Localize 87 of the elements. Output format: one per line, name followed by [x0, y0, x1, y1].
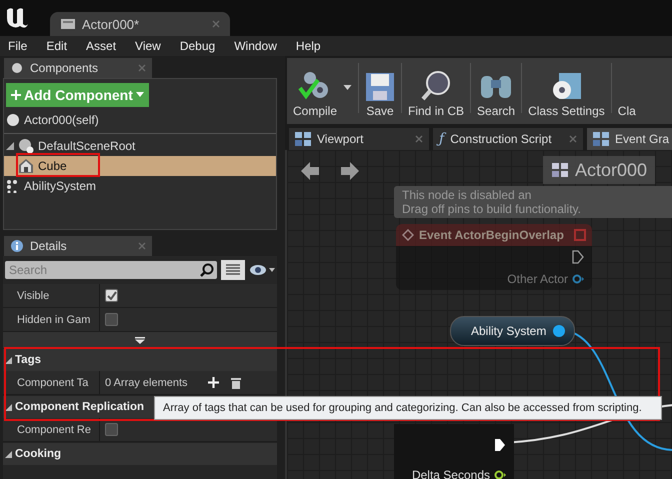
blueprint-icon [60, 17, 76, 31]
event-icon [402, 229, 414, 241]
grid-icon [295, 132, 311, 146]
toolbar-button[interactable]: Search [477, 72, 516, 118]
dots-icon [6, 179, 20, 193]
tree-item[interactable]: DefaultSceneRoot [4, 136, 276, 156]
tree-item[interactable]: Actor000(self) [4, 107, 276, 134]
add-icon[interactable] [208, 377, 219, 388]
menu-item[interactable]: Debug [180, 39, 216, 53]
pin-label: Delta Seconds [412, 468, 490, 479]
editor-tab[interactable]: Viewport [289, 128, 429, 150]
document-tab[interactable]: Actor000* [50, 12, 230, 36]
toolbar-button[interactable]: Save [365, 72, 396, 118]
search-icon [197, 261, 217, 279]
toolbar-button[interactable]: Cla [618, 104, 636, 118]
caret-icon [136, 92, 144, 98]
expand-more-icon[interactable] [135, 336, 145, 344]
eye-icon[interactable] [249, 264, 275, 276]
tree-item[interactable]: Cube [4, 156, 276, 176]
tree-item[interactable]: AbilitySystem [4, 176, 276, 196]
house-icon [18, 158, 34, 174]
sphere-icon [6, 113, 20, 127]
spheres-icon [18, 138, 34, 154]
tree-label: Actor000(self) [24, 113, 99, 127]
event-node[interactable]: Delta Seconds [394, 424, 514, 479]
object-pin-icon[interactable] [552, 324, 566, 338]
close-icon[interactable] [415, 135, 423, 143]
property-label: Component Ta [3, 371, 100, 394]
menu-item[interactable]: Window [234, 39, 277, 53]
toolbar-button[interactable]: Class Settings [528, 72, 605, 118]
panel-title: Components [30, 61, 100, 75]
back-arrow-icon[interactable] [301, 162, 319, 180]
notice-text: Drag off pins to build functionality. [402, 202, 582, 216]
checkbox[interactable] [105, 289, 118, 302]
list-icon [226, 264, 240, 276]
panel-title: Details [30, 239, 68, 253]
search-field[interactable]: Search [5, 261, 197, 279]
editor-tab[interactable]: Event Gra [587, 128, 672, 150]
menu-item[interactable]: Asset [86, 39, 116, 53]
property-label: Component Re [3, 418, 100, 441]
toolbar-button[interactable]: Find in CB [408, 70, 464, 118]
menu-item[interactable]: View [135, 39, 161, 53]
node-title: Event ActorBeginOverlap [419, 228, 565, 242]
variable-node[interactable]: Ability System [450, 316, 576, 346]
view-options-button[interactable] [221, 260, 245, 280]
menu-item[interactable]: Help [296, 39, 321, 53]
grid-icon [551, 163, 569, 177]
components-icon [10, 61, 24, 75]
forward-arrow-icon[interactable] [341, 162, 359, 180]
node-title: Ability System [471, 324, 546, 338]
expand-arrow-icon [5, 404, 12, 410]
expand-arrow-icon [5, 450, 12, 458]
checkbox[interactable] [105, 423, 118, 436]
notice-text: This node is disabled an [402, 188, 532, 202]
menu-item[interactable]: File [8, 39, 28, 53]
panel-tab[interactable]: Details [4, 236, 152, 256]
info-icon [10, 239, 24, 253]
float-pin-icon[interactable] [494, 470, 506, 479]
property-label: Visible [3, 284, 100, 307]
tree-label: Cube [38, 159, 67, 173]
property-label: Hidden in Gam [3, 308, 100, 331]
trash-icon[interactable] [230, 376, 241, 388]
breadcrumb-title: Actor000 [575, 160, 648, 180]
panel-tab[interactable]: Components [4, 58, 152, 78]
caret-icon[interactable] [343, 85, 352, 91]
editor-tab[interactable]: ƒ Construction Script [433, 128, 583, 150]
menu-item[interactable]: Edit [46, 39, 68, 53]
grid-icon [593, 132, 609, 146]
toolbar-button[interactable]: Compile [293, 70, 338, 118]
plus-icon [11, 90, 21, 100]
section-header[interactable]: Tags [3, 348, 277, 371]
check-icon [106, 291, 116, 300]
tree-label: DefaultSceneRoot [38, 139, 136, 153]
document-title: Actor000* [82, 16, 140, 32]
tree-label: AbilitySystem [24, 179, 96, 193]
checkbox[interactable] [105, 313, 118, 326]
pin-label: Other Actor [507, 272, 568, 286]
function-icon: ƒ [439, 131, 444, 147]
tooltip: Array of tags that can be used for grouping and categorizing. Can also be accessed from scripting. [154, 396, 662, 420]
expand-arrow-icon [5, 356, 12, 364]
property-value: 0 Array elements [105, 376, 188, 388]
magnifier-icon [420, 70, 452, 102]
section-header[interactable]: Cooking [3, 442, 277, 465]
engine-logo-icon [4, 6, 30, 30]
expand-arrow-icon[interactable] [6, 142, 14, 150]
exec-pin-icon[interactable] [494, 438, 506, 452]
close-icon[interactable] [569, 135, 577, 143]
